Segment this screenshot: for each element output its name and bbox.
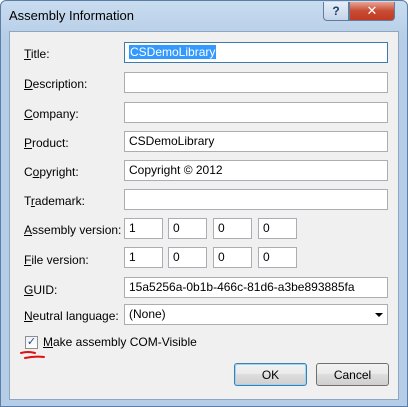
dialog-title: Assembly Information (9, 8, 134, 23)
close-button[interactable]: ✕ (349, 2, 395, 21)
title-bar[interactable]: Assembly Information ? ✕ (1, 1, 407, 31)
chevron-down-icon[interactable] (375, 313, 383, 317)
dialog-body: Title: CSDemoLibrary Description: Compan… (9, 31, 399, 400)
help-icon: ? (332, 4, 340, 18)
help-button[interactable]: ? (323, 2, 349, 21)
product-field[interactable]: CSDemoLibrary (124, 131, 388, 152)
title-label: Title: (24, 47, 50, 61)
assembly-version-minor[interactable]: 0 (168, 218, 207, 239)
guid-field[interactable]: 15a5256a-0b1b-466c-81d6-a3be893885fa (124, 277, 388, 298)
file-version-revision[interactable]: 0 (258, 247, 297, 268)
assembly-version-label: Assembly version: (24, 223, 122, 237)
title-field[interactable]: CSDemoLibrary (124, 42, 388, 63)
ok-button[interactable]: OK (234, 363, 307, 386)
assembly-information-dialog: Assembly Information ? ✕ Title: CSDemoLi… (0, 0, 408, 407)
file-version-build[interactable]: 0 (213, 247, 252, 268)
red-underline-annotation (20, 351, 45, 359)
checkmark-icon: ✓ (26, 336, 37, 348)
neutral-language-value: (None) (129, 307, 166, 321)
close-icon: ✕ (366, 3, 378, 18)
trademark-field[interactable] (124, 189, 388, 210)
description-field[interactable] (124, 72, 388, 93)
product-label: Product: (24, 136, 69, 150)
cancel-button[interactable]: Cancel (316, 363, 389, 386)
neutral-language-label: Neutral language: (24, 309, 119, 323)
trademark-label: Trademark: (24, 194, 85, 208)
file-version-minor[interactable]: 0 (168, 247, 207, 268)
company-label: Company: (24, 107, 79, 121)
file-version-major[interactable]: 1 (124, 247, 163, 268)
description-label: Description: (24, 77, 88, 91)
company-field[interactable] (124, 102, 388, 123)
com-visible-checkbox[interactable]: ✓ (25, 336, 38, 349)
assembly-version-revision[interactable]: 0 (258, 218, 297, 239)
com-visible-label[interactable]: Make assembly COM-Visible (43, 335, 197, 349)
assembly-version-major[interactable]: 1 (124, 218, 163, 239)
guid-label: GUID: (24, 283, 58, 297)
neutral-language-select[interactable]: (None) (124, 304, 388, 325)
file-version-label: File version: (24, 253, 89, 267)
assembly-version-build[interactable]: 0 (213, 218, 252, 239)
copyright-field[interactable]: Copyright © 2012 (124, 160, 388, 181)
copyright-label: Copyright: (24, 165, 79, 179)
